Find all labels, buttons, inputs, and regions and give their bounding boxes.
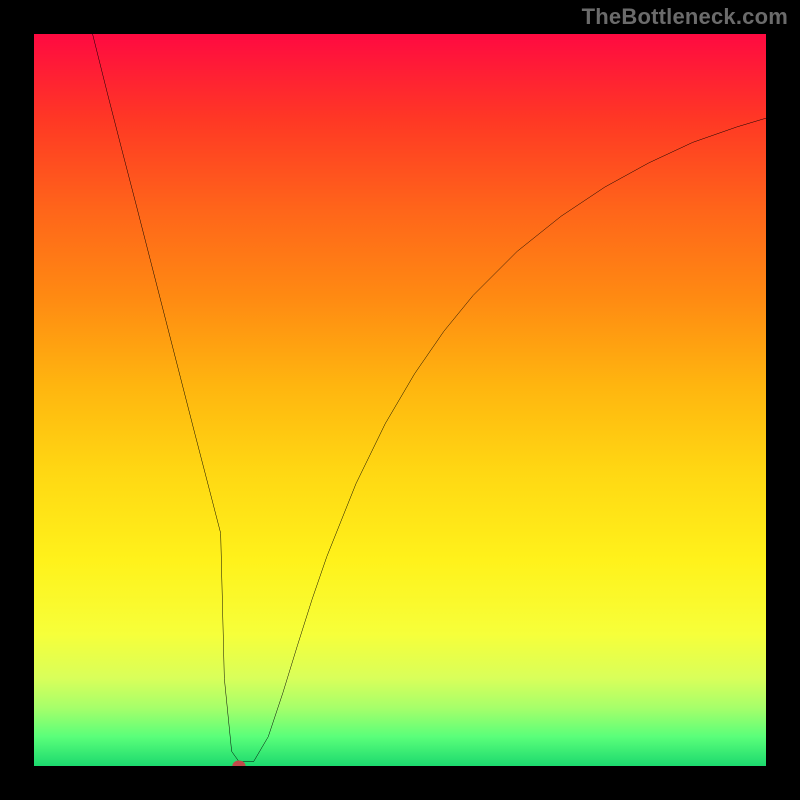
watermark-text: TheBottleneck.com <box>582 4 788 30</box>
chart-frame: TheBottleneck.com <box>0 0 800 800</box>
curve-layer <box>34 34 766 766</box>
plot-area <box>34 34 766 766</box>
optimal-point-marker <box>232 761 245 766</box>
bottleneck-curve <box>93 34 766 762</box>
